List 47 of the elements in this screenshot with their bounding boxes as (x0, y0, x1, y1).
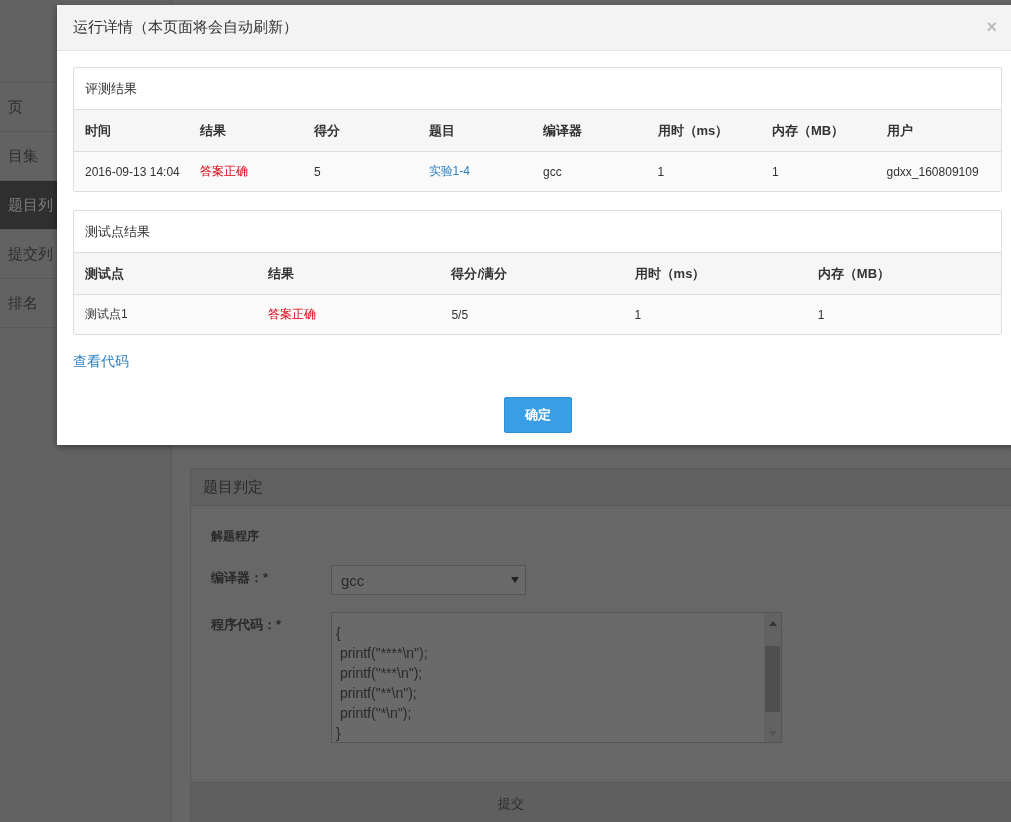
ok-button[interactable]: 确定 (503, 397, 572, 433)
code-line: printf("***\n"); (338, 664, 424, 683)
table-cell-text: gcc (543, 164, 563, 179)
scrollbar[interactable] (764, 613, 781, 742)
table-cell-text: 1 (634, 307, 643, 322)
table-cell-text: 答案正确 (268, 306, 318, 323)
code-editor-field[interactable]: { printf("****\n"); printf("***\n"); printf("**\n"); printf("*\n"); } (331, 612, 782, 743)
caret-icon (511, 577, 519, 583)
column-header: 用时（ms） (657, 121, 730, 140)
field-label: 程序代码：* (211, 616, 283, 634)
table-cell-text: 1 (772, 164, 780, 179)
column-header: 题目 (428, 121, 456, 140)
compiler-select[interactable]: gcc (331, 565, 526, 595)
code-line: } (336, 724, 342, 742)
code-line: printf("*\n"); (338, 704, 413, 723)
column-header: 测试点 (85, 264, 125, 283)
scrollbar-thumb[interactable] (765, 645, 780, 712)
column-header: 得分/满分 (451, 264, 508, 283)
column-header: 结果 (199, 121, 227, 140)
card-title: 测试点结果 (85, 224, 150, 239)
view-code-link[interactable]: 查看代码 (73, 353, 129, 369)
field-label: 编译器：* (211, 569, 270, 587)
code-line: printf("****\n"); (338, 644, 428, 663)
column-header: 用户 (886, 121, 914, 140)
table-cell-text: 1 (817, 307, 826, 322)
column-header: 得分 (314, 121, 341, 140)
column-header: 编译器 (543, 121, 583, 140)
column-header: 结果 (268, 264, 296, 283)
table-cell-text: 5/5 (451, 307, 470, 322)
column-header: 用时（ms） (634, 264, 707, 283)
table-cell-text: gdxx_160809109 (886, 164, 980, 179)
column-header: 时间 (85, 121, 112, 140)
table-cell-text: 5 (314, 164, 322, 179)
scroll-up-icon[interactable] (768, 621, 777, 626)
table-cell-text: 答案正确 (199, 163, 249, 180)
close-button[interactable]: × (982, 17, 1001, 38)
dialog-title: 运行详情（本页面将会自动刷新） (73, 18, 298, 37)
section-title: 解题程序 (211, 528, 260, 545)
code-line: printf("**\n"); (338, 684, 418, 703)
table-cell-text: 2016-09-13 14:04 (85, 164, 181, 179)
column-header: 内存（MB） (817, 264, 891, 283)
code-line: { (336, 624, 342, 643)
card-title: 评测结果 (85, 81, 137, 96)
table-cell-text: 1 (657, 164, 666, 179)
table-cell-text: 测试点1 (85, 306, 129, 323)
problem-link[interactable]: 实验1-4 (428, 163, 543, 180)
column-header: 内存（MB） (772, 121, 846, 140)
